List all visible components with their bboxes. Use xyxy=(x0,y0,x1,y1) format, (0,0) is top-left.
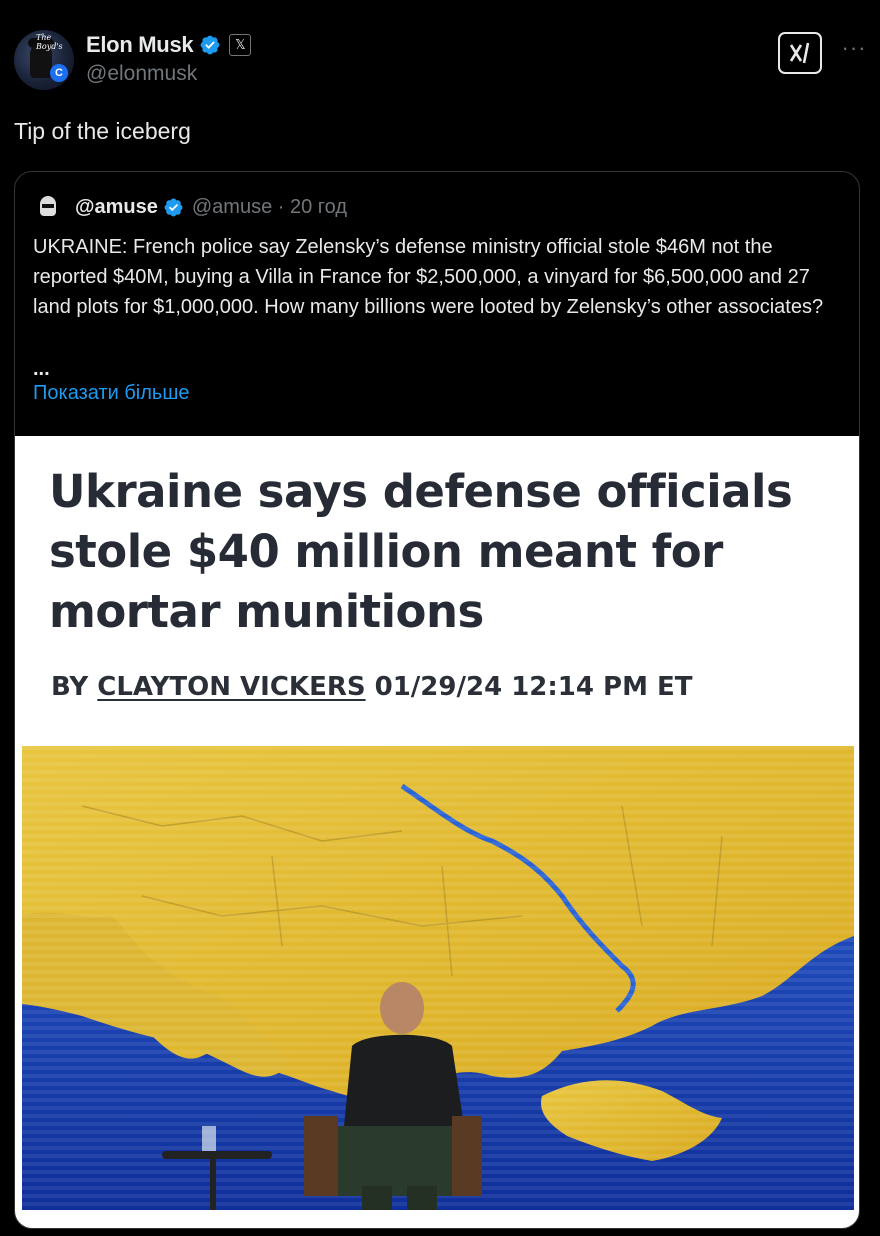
quoted-ellipsis: ... xyxy=(33,358,50,380)
quoted-header: @amuse @amuse · 20 год xyxy=(33,192,347,222)
avatar-text: The Boyd's xyxy=(36,33,63,51)
quoted-post[interactable]: @amuse @amuse · 20 год UKRAINE: French p… xyxy=(14,171,860,1229)
helmet-visor xyxy=(42,204,54,208)
article-photo xyxy=(22,746,854,1210)
article-image[interactable]: Ukraine says defense officials stole $40… xyxy=(15,436,859,1228)
post-header: The Boyd's C Elon Musk 𝕏 @elonmusk ··· xyxy=(14,30,866,94)
verified-badge-icon xyxy=(164,198,183,216)
show-more-link[interactable]: Показати більше xyxy=(33,382,189,405)
post-text: Tip of the iceberg xyxy=(14,118,191,144)
article-byline: BY CLAYTON VICKERS 01/29/24 12:14 PM ET xyxy=(51,672,693,702)
avatar-badge: C xyxy=(50,64,68,82)
author-handle[interactable]: @elonmusk xyxy=(86,62,197,86)
grok-icon[interactable] xyxy=(778,32,822,74)
quoted-text: UKRAINE: French police say Zelensky’s de… xyxy=(33,236,824,318)
byline-author: CLAYTON VICKERS xyxy=(97,672,366,702)
author-name-row: Elon Musk 𝕏 xyxy=(86,32,252,58)
verified-badge-icon[interactable] xyxy=(199,34,221,56)
quoted-meta[interactable]: @amuse · 20 год xyxy=(192,196,347,219)
more-icon[interactable]: ··· xyxy=(842,35,866,60)
quoted-avatar[interactable] xyxy=(33,192,63,222)
x-affiliation-icon[interactable]: 𝕏 xyxy=(229,34,252,56)
quoted-author-name[interactable]: @amuse xyxy=(75,196,158,219)
author-avatar[interactable]: The Boyd's C xyxy=(14,30,74,90)
article-headline: Ukraine says defense officials stole $40… xyxy=(49,465,793,638)
byline-date: 01/29/24 12:14 PM ET xyxy=(365,672,693,702)
byline-prefix: BY xyxy=(51,672,98,702)
author-name[interactable]: Elon Musk xyxy=(86,32,194,58)
